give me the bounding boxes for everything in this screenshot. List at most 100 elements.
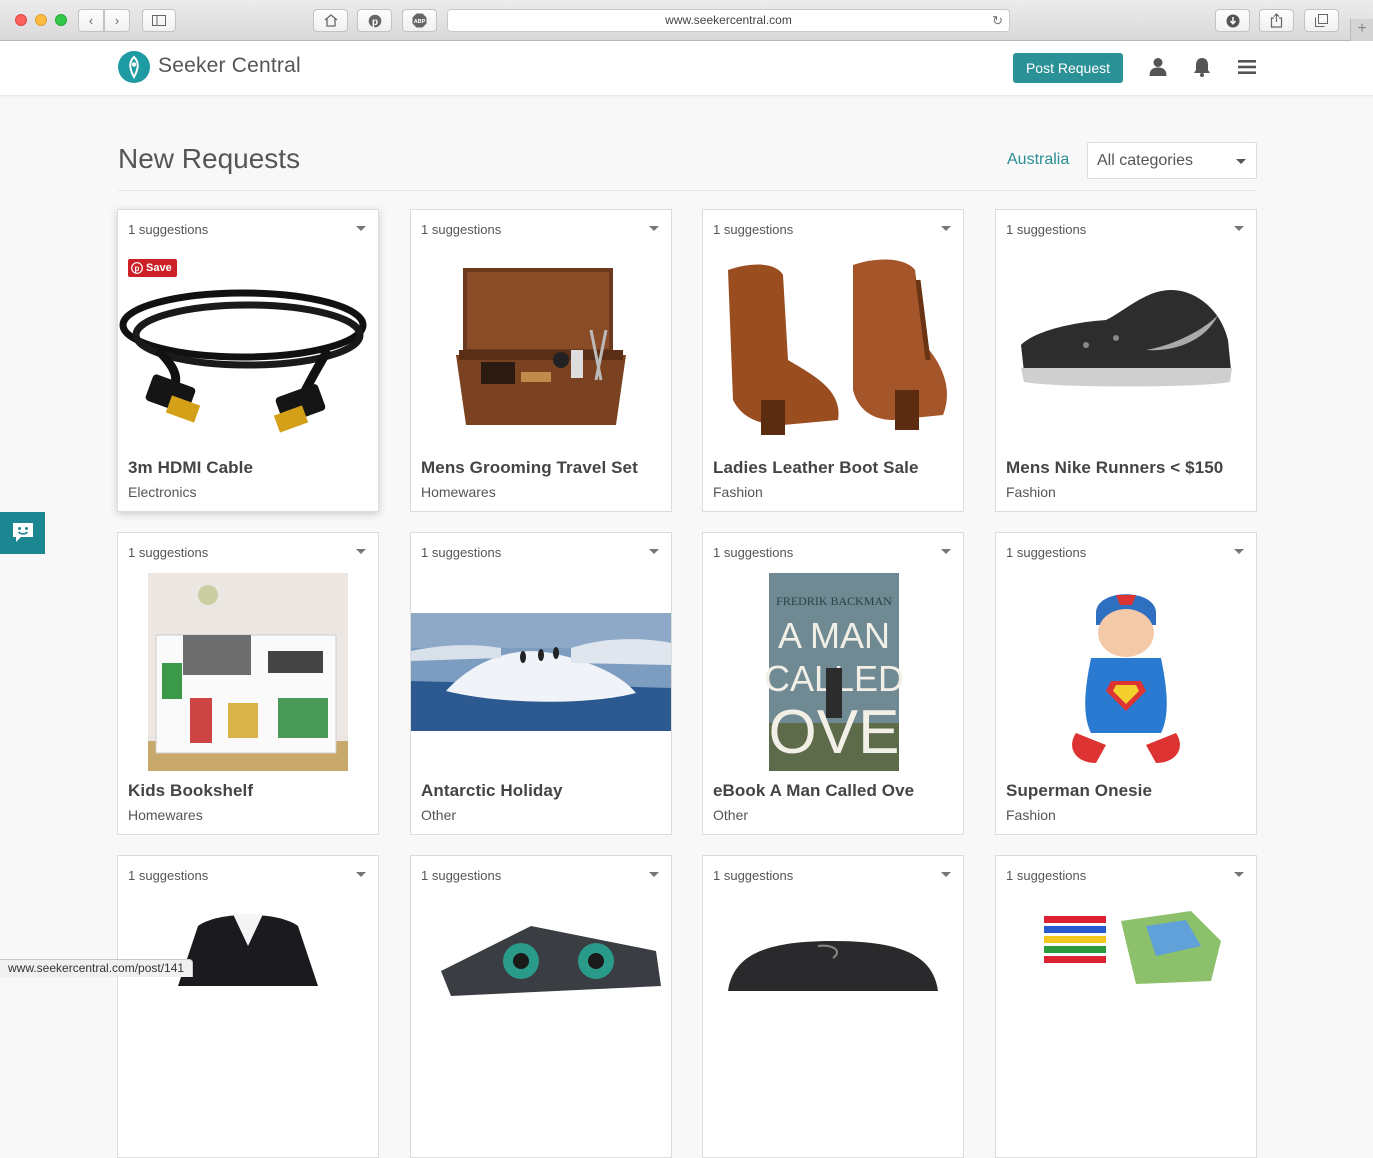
user-icon[interactable] xyxy=(1147,56,1169,78)
card-menu-caret-icon[interactable] xyxy=(1234,549,1244,554)
request-card[interactable]: 1 suggestions Kids Bookshelf Homewares xyxy=(117,532,379,835)
request-card[interactable]: 1 suggestions Mens Grooming Travel Set H… xyxy=(410,209,672,512)
request-title[interactable]: Superman Onesie xyxy=(1006,781,1152,801)
request-category: Other xyxy=(421,807,457,823)
suggestions-count: 1 suggestions xyxy=(128,545,209,560)
card-menu-caret-icon[interactable] xyxy=(356,549,366,554)
new-tab-button[interactable]: + xyxy=(1350,19,1373,41)
suggestions-count: 1 suggestions xyxy=(713,222,794,237)
suggestions-count: 1 suggestions xyxy=(128,222,209,237)
browser-status-bar: www.seekercentral.com/post/141 xyxy=(0,959,194,977)
suggestions-count: 1 suggestions xyxy=(713,545,794,560)
hdmi-cable-image[interactable] xyxy=(118,250,378,460)
card-menu-caret-icon[interactable] xyxy=(649,872,659,877)
bookshelf-image[interactable] xyxy=(118,573,378,783)
downloads-button[interactable] xyxy=(1215,9,1250,32)
pinterest-save-button[interactable]: p Save xyxy=(128,259,177,277)
card-menu-caret-icon[interactable] xyxy=(941,872,951,877)
card-menu-caret-icon[interactable] xyxy=(649,226,659,231)
bell-icon[interactable] xyxy=(1191,56,1213,78)
request-title[interactable]: eBook A Man Called Ove xyxy=(713,781,914,801)
suggestions-count: 1 suggestions xyxy=(1006,868,1087,883)
request-card[interactable]: 1 suggestions xyxy=(117,855,379,1158)
suggestions-count: 1 suggestions xyxy=(421,222,502,237)
back-button[interactable]: ‹ xyxy=(78,9,104,32)
superman-baby-image[interactable] xyxy=(996,573,1256,783)
chevron-down-icon xyxy=(1236,159,1246,164)
reload-icon[interactable]: ↻ xyxy=(992,10,1003,31)
hamburger-menu-icon[interactable] xyxy=(1236,56,1258,78)
card-menu-caret-icon[interactable] xyxy=(1234,872,1244,877)
card-menu-caret-icon[interactable] xyxy=(649,549,659,554)
request-card[interactable]: 1 suggestions xyxy=(995,855,1257,1158)
page-title: New Requests xyxy=(118,143,301,174)
forward-button[interactable]: › xyxy=(104,9,130,32)
request-title[interactable]: Mens Grooming Travel Set xyxy=(421,458,638,478)
request-category: Homewares xyxy=(421,484,496,500)
card-menu-caret-icon[interactable] xyxy=(941,549,951,554)
leather-boots-image[interactable] xyxy=(703,250,963,460)
download-icon xyxy=(1226,14,1239,27)
request-category: Fashion xyxy=(713,484,763,500)
share-button[interactable] xyxy=(1259,9,1294,32)
request-card[interactable]: 1 suggestions Superman Onesie Fashion xyxy=(995,532,1257,835)
window-minimize-button[interactable] xyxy=(35,14,47,26)
brand-name[interactable]: Seeker Central xyxy=(158,54,301,78)
request-category: Fashion xyxy=(1006,484,1056,500)
request-title[interactable]: Kids Bookshelf xyxy=(128,781,253,801)
blazer-image[interactable] xyxy=(118,896,378,1106)
card-menu-caret-icon[interactable] xyxy=(1234,226,1244,231)
request-title[interactable]: Ladies Leather Boot Sale xyxy=(713,458,919,478)
suggestions-count: 1 suggestions xyxy=(713,868,794,883)
request-card[interactable]: 1 suggestions Ladies Leather Boot Sale F… xyxy=(702,209,964,512)
card-menu-caret-icon[interactable] xyxy=(356,226,366,231)
request-card[interactable]: 1 suggestions FREDRIK BACKMAN A MAN CALL… xyxy=(702,532,964,835)
nike-runner-image[interactable] xyxy=(996,250,1256,460)
antarctic-image[interactable] xyxy=(411,573,671,783)
pinterest-icon: p xyxy=(131,262,143,274)
sidebar-toggle-button[interactable] xyxy=(142,9,176,32)
location-link[interactable]: Australia xyxy=(1007,151,1069,169)
request-card[interactable]: 1 suggestions p Save 3m HDMI Cable Elect… xyxy=(117,209,379,512)
svg-text:p: p xyxy=(135,264,140,273)
site-header: Seeker Central Post Request xyxy=(0,41,1373,96)
tabs-overview-button[interactable] xyxy=(1304,9,1339,32)
share-icon xyxy=(1270,13,1283,28)
grooming-box-image[interactable] xyxy=(411,250,671,460)
adblock-icon: ABP xyxy=(412,13,427,28)
window-close-button[interactable] xyxy=(15,14,27,26)
window-zoom-button[interactable] xyxy=(55,14,67,26)
request-card[interactable]: 1 suggestions xyxy=(410,855,672,1158)
svg-text:p: p xyxy=(371,17,377,28)
home-button[interactable] xyxy=(313,9,348,32)
pinterest-extension-button[interactable]: p xyxy=(357,9,392,32)
divider xyxy=(118,190,1256,191)
address-bar[interactable]: www.seekercentral.com ↻ xyxy=(447,9,1010,32)
suggestions-count: 1 suggestions xyxy=(421,868,502,883)
crayons-puzzle-image[interactable] xyxy=(996,896,1256,1106)
request-title[interactable]: 3m HDMI Cable xyxy=(128,458,253,478)
request-category: Other xyxy=(713,807,749,823)
request-card[interactable]: 1 suggestions Mens Nike Runners < $150 F… xyxy=(995,209,1257,512)
seeker-logo-icon[interactable] xyxy=(118,51,150,83)
request-title[interactable]: Mens Nike Runners < $150 xyxy=(1006,458,1223,478)
request-card[interactable]: 1 suggestions Antarctic Holiday Other xyxy=(410,532,672,835)
save-label: Save xyxy=(146,262,172,274)
card-menu-caret-icon[interactable] xyxy=(941,226,951,231)
browser-toolbar: ‹ › p ABP www.seekercentral.com ↻ + xyxy=(0,0,1373,41)
request-card[interactable]: 1 suggestions xyxy=(702,855,964,1158)
adblock-extension-button[interactable]: ABP xyxy=(402,9,437,32)
category-select[interactable]: All categories xyxy=(1087,142,1257,179)
book-cover-image[interactable]: FREDRIK BACKMAN A MAN CALLED OVE xyxy=(703,573,963,783)
suggestions-count: 1 suggestions xyxy=(1006,222,1087,237)
suggestions-count: 1 suggestions xyxy=(421,545,502,560)
graphics-card-image[interactable] xyxy=(411,896,671,1106)
post-request-button[interactable]: Post Request xyxy=(1013,53,1123,83)
book-title-line: A MAN xyxy=(778,615,890,656)
address-bar-url: www.seekercentral.com xyxy=(665,13,792,27)
power-bank-image[interactable] xyxy=(703,896,963,1106)
request-title[interactable]: Antarctic Holiday xyxy=(421,781,563,801)
chat-widget-button[interactable] xyxy=(0,512,45,554)
card-menu-caret-icon[interactable] xyxy=(356,872,366,877)
suggestions-count: 1 suggestions xyxy=(1006,545,1087,560)
